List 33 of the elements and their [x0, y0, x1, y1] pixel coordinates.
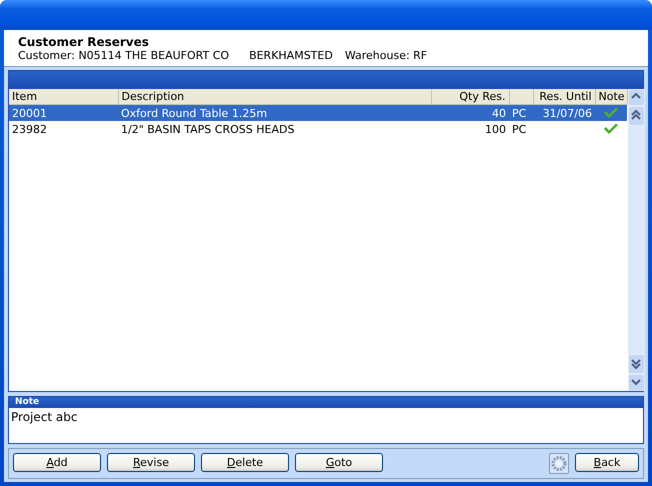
- column-header[interactable]: Note: [595, 89, 627, 104]
- action-button[interactable]: Delete: [201, 453, 289, 472]
- scroll-down-icon[interactable]: [628, 375, 644, 390]
- town-label: BERKHAMSTED: [249, 49, 333, 62]
- page-title: Customer Reserves: [18, 35, 150, 49]
- table-cell: 40: [431, 104, 509, 121]
- table-cell: 100: [431, 121, 509, 137]
- page-up-icon[interactable]: [628, 107, 644, 125]
- table-row[interactable]: 23982 1/2" BASIN TAPS CROSS HEADS 100 PC: [9, 121, 627, 137]
- table-cell: Oxford Round Table 1.25m: [118, 104, 431, 121]
- table-cell: 23982: [9, 121, 118, 137]
- back-button[interactable]: Back: [575, 453, 639, 472]
- warehouse-label: Warehouse: RF: [344, 49, 428, 62]
- column-header[interactable]: Res. Until: [533, 89, 595, 104]
- column-header[interactable]: Qty Res.: [431, 89, 509, 104]
- gear-icon[interactable]: [549, 453, 569, 474]
- note-label: Note: [9, 397, 643, 408]
- column-header[interactable]: Item: [9, 89, 118, 104]
- table-cell: PC: [509, 121, 533, 137]
- scrollbar[interactable]: [628, 89, 644, 391]
- table-row[interactable]: 20001 Oxford Round Table 1.25m 40 PC 31/07/06: [9, 104, 627, 121]
- table-cell: 31/07/06: [533, 104, 595, 121]
- action-button[interactable]: Revise: [107, 453, 195, 472]
- action-button[interactable]: Goto: [295, 453, 383, 472]
- table-cell: 1/2" BASIN TAPS CROSS HEADS: [118, 121, 431, 137]
- table-cell: 20001: [9, 104, 118, 121]
- column-header[interactable]: Description: [118, 89, 431, 104]
- action-button[interactable]: Add: [13, 453, 101, 472]
- note-text: Project abc: [10, 409, 78, 426]
- customer-label: Customer: N05114 THE BEAUFORT CO: [18, 49, 230, 62]
- scroll-up-icon[interactable]: [628, 90, 644, 105]
- page-down-icon[interactable]: [628, 355, 644, 373]
- table-cell: PC: [509, 104, 533, 121]
